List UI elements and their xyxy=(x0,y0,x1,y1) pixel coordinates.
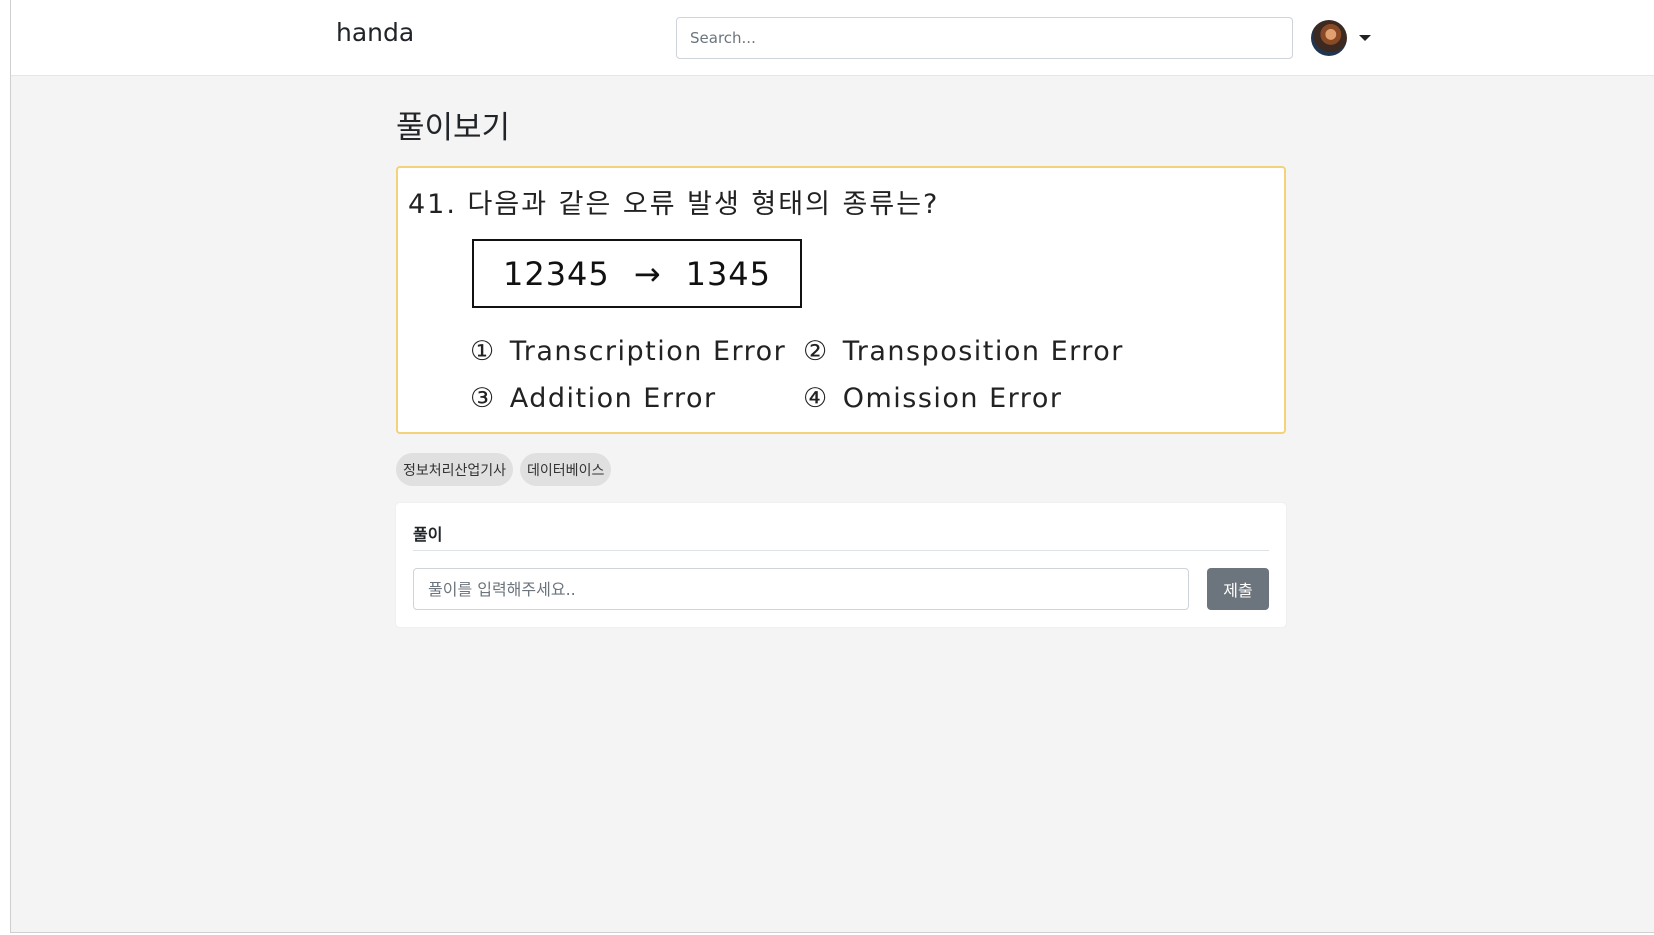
app-frame: handa 풀이보기 41. 다음과 같은 오류 발생 형태의 종류는? 123… xyxy=(10,0,1654,933)
submit-button[interactable]: 제출 xyxy=(1207,568,1269,610)
option-3: ③ Addition Error xyxy=(470,383,803,414)
brand-link[interactable]: handa xyxy=(336,18,414,47)
arrow-right-icon: → xyxy=(633,254,662,293)
option-number: ① xyxy=(470,336,496,367)
option-label: Transposition Error xyxy=(842,336,1124,367)
option-label: Transcription Error xyxy=(509,336,787,367)
question-title: 41. 다음과 같은 오류 발생 형태의 종류는? xyxy=(408,189,940,220)
option-number: ② xyxy=(803,336,829,367)
tag-exam[interactable]: 정보처리산업기사 xyxy=(396,453,514,486)
option-4: ④ Omission Error xyxy=(803,383,1183,414)
option-1: ① Transcription Error xyxy=(470,336,803,367)
sequence-to: 1345 xyxy=(685,254,772,293)
sequence-box: 12345 → 1345 xyxy=(472,239,802,308)
avatar[interactable] xyxy=(1311,20,1347,56)
option-number: ④ xyxy=(803,383,829,414)
option-number: ③ xyxy=(470,383,496,414)
tag-subject[interactable]: 데이터베이스 xyxy=(520,453,612,486)
caret-down-icon xyxy=(1359,35,1371,41)
page-title: 풀이보기 xyxy=(396,110,511,146)
option-2: ② Transposition Error xyxy=(803,336,1183,367)
search-input[interactable] xyxy=(676,17,1293,59)
user-menu-toggle[interactable] xyxy=(1311,19,1379,57)
tag-list: 정보처리산업기사 데이터베이스 xyxy=(396,453,612,486)
sequence-from: 12345 xyxy=(502,254,610,293)
option-label: Omission Error xyxy=(842,383,1063,414)
option-label: Addition Error xyxy=(509,383,717,414)
answer-header: 풀이 xyxy=(413,521,1269,551)
answer-input[interactable] xyxy=(413,568,1189,610)
option-list: ① Transcription Error ② Transposition Er… xyxy=(470,336,1190,414)
question-card: 41. 다음과 같은 오류 발생 형태의 종류는? 12345 → 1345 ①… xyxy=(396,166,1286,434)
answer-card: 풀이 제출 xyxy=(396,503,1286,627)
top-navbar: handa xyxy=(11,0,1654,76)
